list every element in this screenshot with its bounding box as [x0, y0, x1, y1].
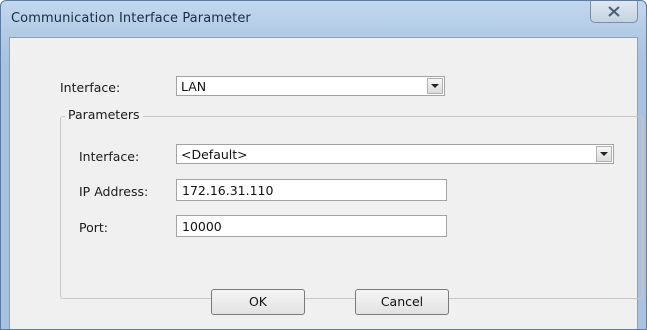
title-bar[interactable]: Communication Interface Parameter: [1, 1, 646, 37]
chevron-down-icon: [431, 84, 439, 88]
close-button[interactable]: [590, 1, 638, 23]
dialog-window: Communication Interface Parameter Interf…: [0, 0, 647, 330]
ip-address-label: IP Address:: [79, 184, 149, 199]
interface-label: Interface:: [60, 80, 121, 95]
parameters-interface-label: Interface:: [79, 149, 140, 164]
window-title: Communication Interface Parameter: [11, 11, 251, 26]
parameters-interface-dropdown-button[interactable]: [596, 146, 612, 162]
parameters-interface-select[interactable]: <Default>: [176, 144, 614, 164]
interface-select-value: LAN: [181, 79, 207, 94]
parameters-group-label: Parameters: [65, 107, 143, 122]
parameters-interface-select-value: <Default>: [181, 147, 248, 162]
close-icon: [608, 6, 620, 17]
dialog-body: Interface: LAN Parameters Interface: <De…: [9, 37, 643, 329]
ok-button[interactable]: OK: [211, 289, 305, 315]
cancel-button[interactable]: Cancel: [355, 289, 449, 315]
port-label: Port:: [79, 220, 108, 235]
interface-dropdown-button[interactable]: [427, 78, 443, 94]
chevron-down-icon: [600, 152, 608, 156]
port-field[interactable]: [176, 215, 447, 237]
ip-address-field[interactable]: [176, 179, 447, 201]
interface-select[interactable]: LAN: [176, 76, 445, 96]
